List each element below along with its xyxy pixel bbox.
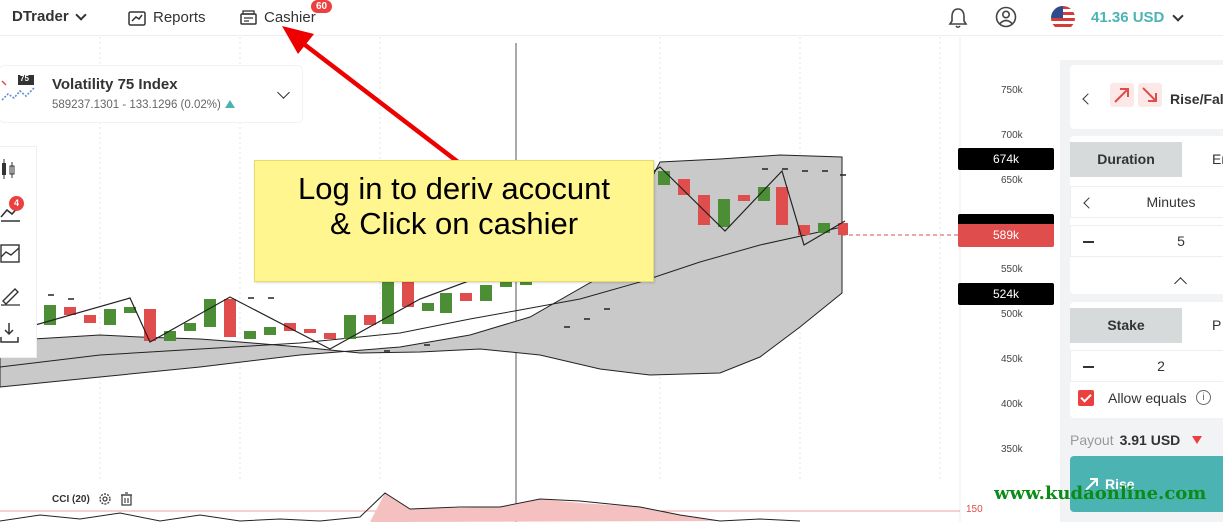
stake-input[interactable]: 2 bbox=[1070, 350, 1223, 382]
download-icon[interactable] bbox=[0, 321, 24, 345]
duration-input[interactable]: 5 bbox=[1070, 225, 1223, 257]
price-label: 500k bbox=[1001, 309, 1023, 320]
market-price: 589237.1301 - 133.1296 (0.02%) bbox=[52, 99, 235, 111]
trade-type-label: Rise/Fall bbox=[1170, 91, 1223, 107]
chevron-left-icon[interactable] bbox=[1083, 197, 1095, 209]
duration-unit-value: Minutes bbox=[1146, 194, 1196, 210]
tab-end-time[interactable]: En bbox=[1182, 142, 1223, 177]
brand-label: DTrader bbox=[12, 8, 69, 25]
allow-equals-checkbox[interactable] bbox=[1078, 390, 1094, 406]
annotation-note: Log in to deriv acocunt & Click on cashi… bbox=[254, 160, 654, 282]
reports-icon bbox=[128, 10, 146, 26]
trade-type-selector[interactable]: Rise/Fall bbox=[1070, 65, 1223, 129]
nav-reports[interactable]: Reports bbox=[128, 9, 206, 26]
indicator-value-label: 150 bbox=[966, 504, 983, 515]
tab-stake[interactable]: Stake bbox=[1070, 308, 1182, 343]
chart-toolbar: 4 bbox=[0, 147, 36, 357]
indicator-name: CCI (20) bbox=[52, 493, 90, 505]
duration-unit-select[interactable]: Minutes bbox=[1070, 186, 1223, 218]
highlight-hidden-label bbox=[958, 214, 1054, 224]
delete-icon[interactable] bbox=[120, 492, 133, 506]
chart-type-icon[interactable] bbox=[0, 157, 24, 181]
fall-arrow-icon bbox=[1138, 83, 1162, 107]
stake-value: 2 bbox=[1157, 358, 1165, 374]
minus-icon[interactable] bbox=[1083, 241, 1094, 243]
allow-equals-toggle[interactable]: Allow equals bbox=[1078, 390, 1187, 406]
cashier-icon bbox=[240, 10, 257, 25]
duration-card: Duration En Minutes 5 bbox=[1070, 136, 1223, 294]
allow-equals-label: Allow equals bbox=[1108, 390, 1187, 406]
payout-label: Payout bbox=[1070, 432, 1114, 448]
account-balance[interactable]: 41.36 USD bbox=[1091, 9, 1185, 26]
highlight-bottom-label: 524k bbox=[958, 283, 1054, 305]
duration-value: 5 bbox=[1177, 233, 1185, 249]
balance-value: 41.36 USD bbox=[1091, 9, 1165, 26]
drawing-tools-icon[interactable] bbox=[0, 282, 24, 306]
usd-flag-icon[interactable] bbox=[1051, 6, 1075, 30]
market-selector[interactable]: 75 Volatility 75 Index 589237.1301 - 133… bbox=[0, 66, 302, 122]
highlight-top-label: 674k bbox=[958, 148, 1054, 170]
account-icon[interactable] bbox=[995, 6, 1017, 28]
price-label: 650k bbox=[1001, 175, 1023, 186]
price-label: 700k bbox=[1001, 130, 1023, 141]
cashier-badge: 60 bbox=[311, 0, 333, 13]
price-label: 450k bbox=[1001, 354, 1023, 365]
rise-arrow-icon bbox=[1110, 83, 1134, 107]
price-up-icon bbox=[224, 100, 235, 108]
watermark: www.kudaonline.com bbox=[994, 483, 1207, 504]
payout-value: 3.91 USD bbox=[1119, 432, 1181, 448]
annotation-arrow bbox=[282, 26, 460, 164]
price-label: 550k bbox=[1001, 264, 1023, 275]
top-bar: DTrader Reports Cashier 60 41.36 USD bbox=[0, 0, 1223, 36]
chevron-down-icon bbox=[1172, 9, 1185, 22]
info-icon[interactable]: i bbox=[1196, 390, 1211, 405]
market-name: Volatility 75 Index bbox=[52, 76, 178, 93]
indicator-legend[interactable]: CCI (20) bbox=[48, 491, 137, 507]
comparison-icon[interactable] bbox=[0, 242, 24, 266]
price-label: 400k bbox=[1001, 399, 1023, 410]
price-label: 350k bbox=[1001, 444, 1023, 455]
settings-icon[interactable] bbox=[98, 492, 112, 506]
tab-payout[interactable]: P bbox=[1182, 308, 1223, 343]
payout-down-icon bbox=[1192, 436, 1203, 444]
bell-icon[interactable] bbox=[947, 6, 969, 30]
chevron-left-icon[interactable] bbox=[1082, 93, 1094, 105]
indicators-badge: 4 bbox=[9, 196, 24, 211]
vol-icon-badge: 75 bbox=[20, 74, 29, 83]
trade-panel: Rise/Fall Duration En Minutes 5 Stake P … bbox=[1060, 60, 1223, 522]
price-label: 750k bbox=[1001, 85, 1023, 96]
chevron-down-icon bbox=[75, 8, 87, 21]
payout-info[interactable]: Payout 3.91 USD bbox=[1070, 432, 1203, 448]
current-price-label: 589k bbox=[958, 224, 1054, 247]
annotation-text: Log in to deriv acocunt & Click on cashi… bbox=[298, 171, 610, 241]
stake-tabs: Stake P bbox=[1070, 308, 1223, 343]
tab-duration[interactable]: Duration bbox=[1070, 142, 1182, 177]
app-switcher[interactable]: DTrader bbox=[12, 8, 87, 25]
duration-tabs: Duration En bbox=[1070, 142, 1223, 177]
nav-reports-label: Reports bbox=[153, 9, 206, 26]
